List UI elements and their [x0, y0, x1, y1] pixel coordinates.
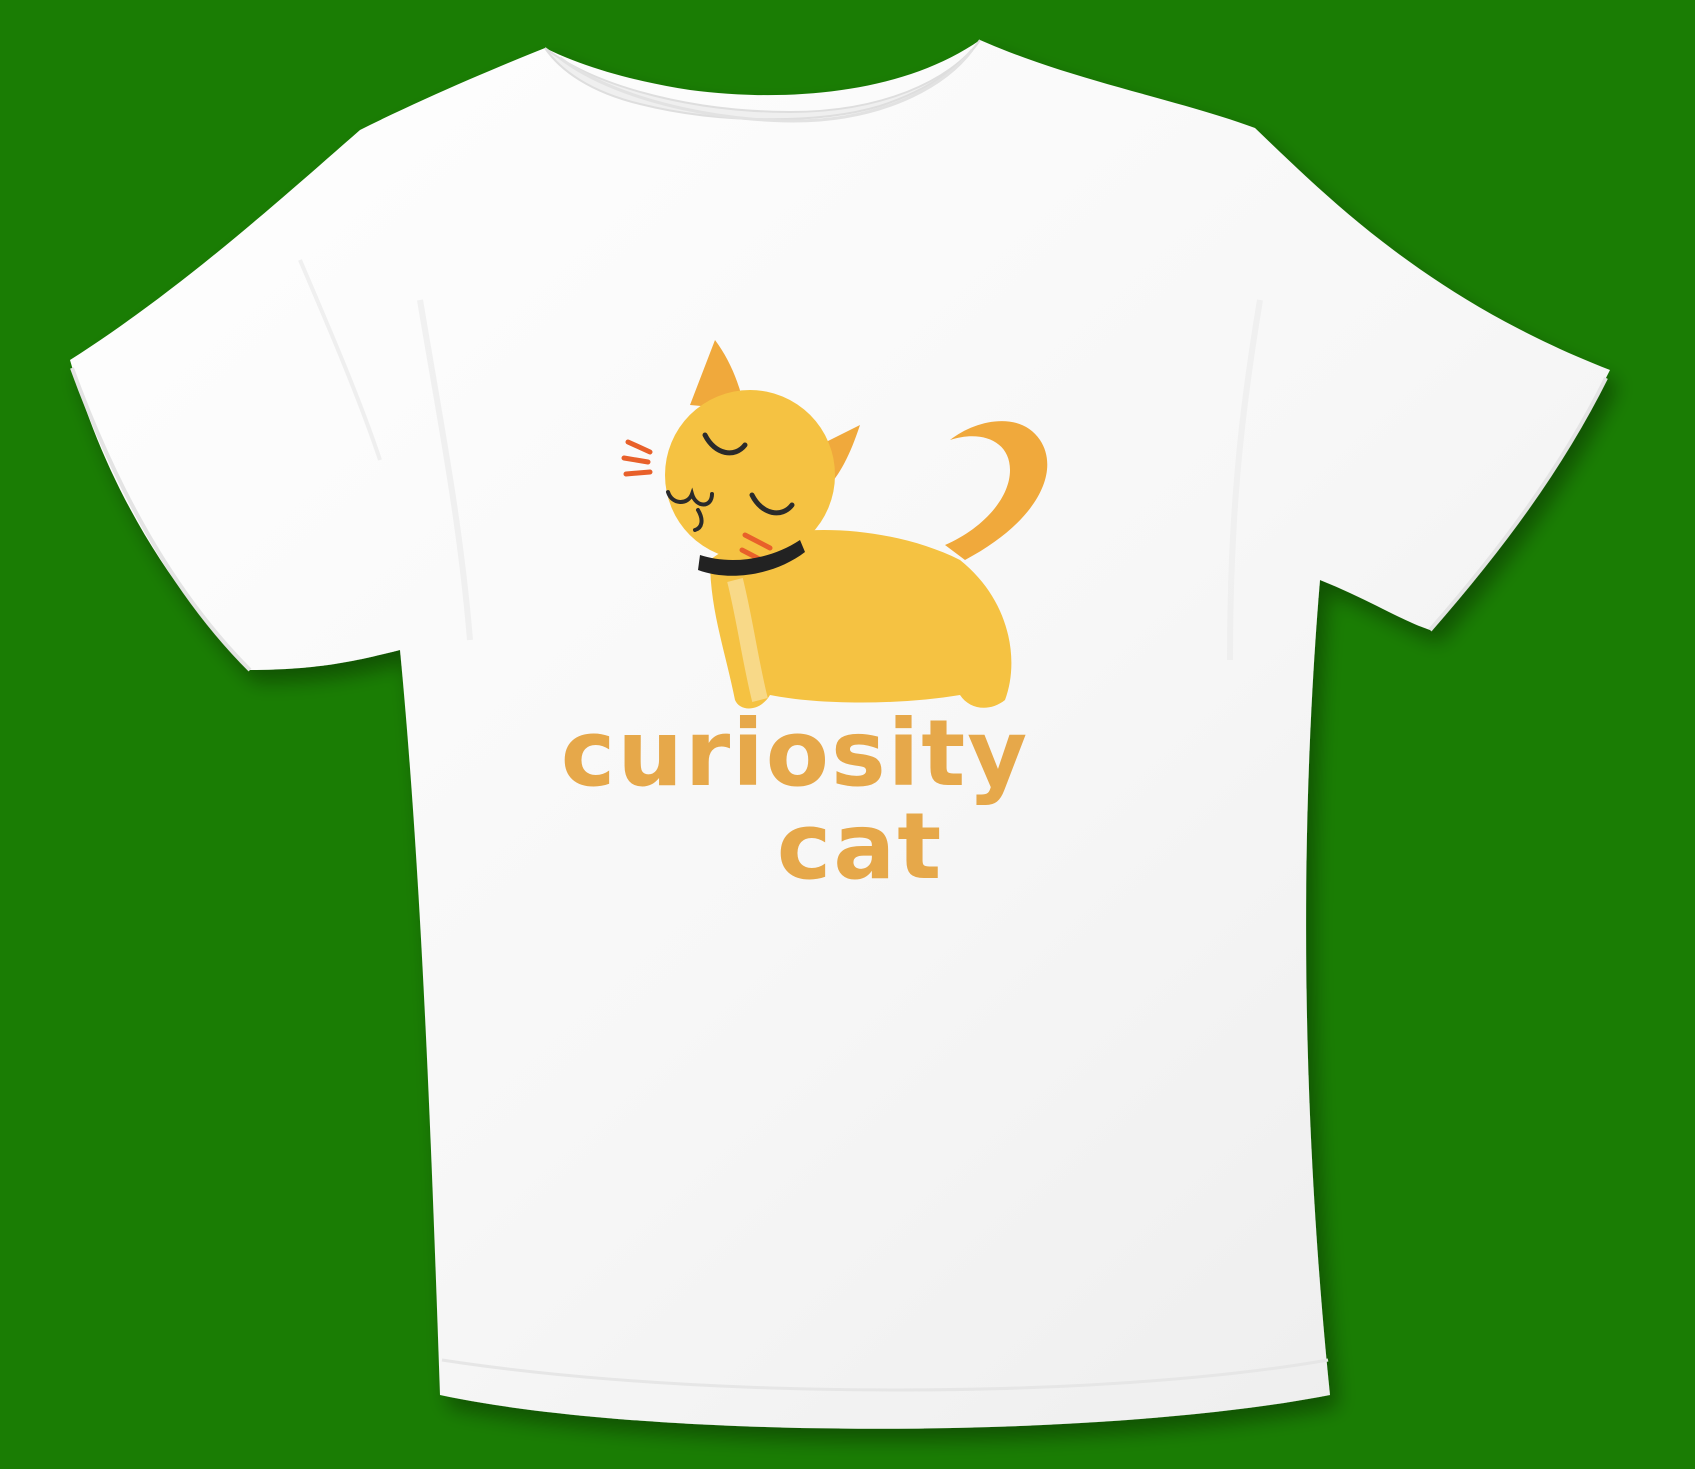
print-line-2: cat — [777, 793, 944, 900]
product-mockup: curiosity cat — [0, 0, 1695, 1469]
cat-head — [665, 390, 835, 560]
print-line-1: curiosity — [561, 700, 1029, 807]
